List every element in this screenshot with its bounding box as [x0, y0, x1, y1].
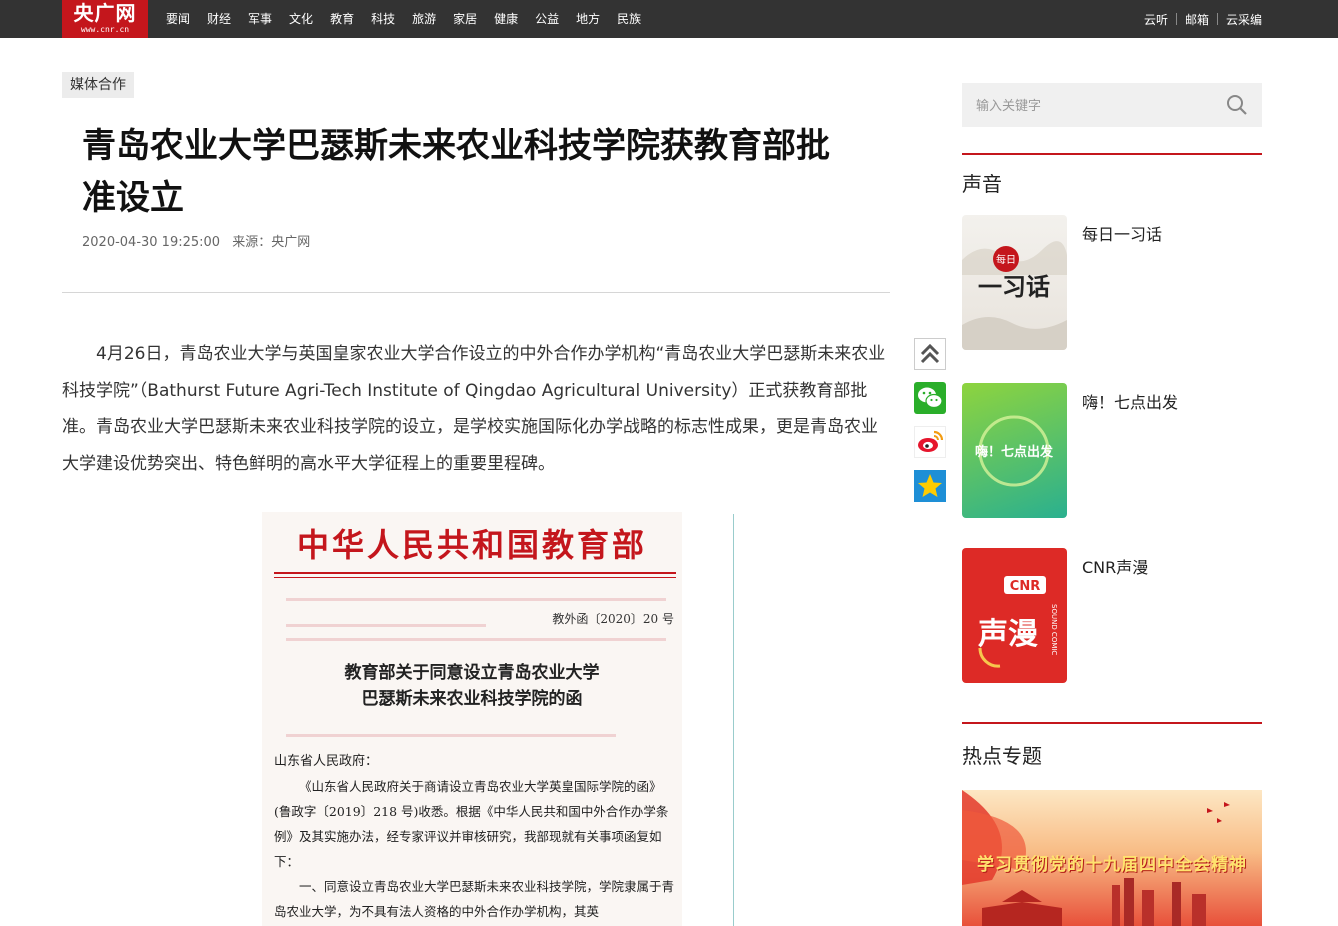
daily-quote-artwork-icon: 每日 一习话: [962, 241, 1067, 350]
divider: [1175, 13, 1177, 25]
thumb-main-text: 嗨！七点出发: [975, 444, 1054, 460]
article-meta: 2020-04-30 19:25:00 来源：央广网: [82, 231, 318, 250]
section-title-voice: 声音: [962, 172, 1002, 196]
thumb-main-text: 声漫: [978, 617, 1038, 652]
article-title: 青岛农业大学巴瑟斯未来农业科技学院获教育部批准设立: [82, 126, 830, 218]
main-nav: 要闻 财经 军事 文化 教育 科技 旅游 家居 健康 公益 地方 民族: [166, 0, 658, 38]
share-wechat-button[interactable]: [914, 382, 946, 414]
bleed-through-text: [286, 598, 666, 601]
thumb-top-text: CNR: [1010, 579, 1040, 594]
category-tag[interactable]: 媒体合作: [62, 72, 134, 98]
thumb-seven-oclock[interactable]: 嗨！七点出发: [962, 383, 1067, 518]
nav-item-local[interactable]: 地方: [576, 0, 600, 38]
wechat-icon: [918, 387, 943, 409]
banner-text: 学习贯彻党的十九届四中全会精神: [977, 855, 1247, 875]
nav-item-culture[interactable]: 文化: [289, 0, 313, 38]
document-title-line: 巴瑟斯未来农业科技学院的函: [361, 689, 583, 709]
search-box: [962, 83, 1262, 129]
ministry-document-image: 中华人民共和国教育部 教外函〔2020〕20 号 教育部关于同意设立青岛农业大学…: [262, 512, 682, 926]
thumb-daily-quote[interactable]: 每日 一习话: [962, 215, 1067, 350]
article-source: 来源：央广网: [232, 235, 311, 250]
header-divider: [62, 292, 890, 293]
document-number: 教外函〔2020〕20 号: [552, 612, 674, 626]
document-red-rule: [274, 577, 676, 578]
back-to-top-button[interactable]: [914, 338, 946, 370]
nav-item-travel[interactable]: 旅游: [412, 0, 436, 38]
section-title-hot-topics: 热点专题: [962, 744, 1042, 768]
nav-item-health[interactable]: 健康: [494, 0, 518, 38]
nav-item-tech[interactable]: 科技: [371, 0, 395, 38]
nav-item-finance[interactable]: 财经: [207, 0, 231, 38]
logo-text: 央广网: [73, 1, 137, 25]
share-weibo-button[interactable]: [914, 426, 946, 458]
publish-date: 2020-04-30 19:25:00: [82, 235, 221, 250]
document-red-rule: [274, 572, 676, 574]
cnr-sound-comic-artwork-icon: CNR 声漫 SOUND COMIC: [978, 576, 1058, 668]
qzone-star-icon: [918, 474, 942, 497]
voice-item-label[interactable]: 嗨！七点出发: [1082, 389, 1178, 413]
thumb-main-text: 一习话: [978, 272, 1050, 301]
share-qzone-button[interactable]: [914, 470, 946, 502]
document-ministry-header: 中华人民共和国教育部: [296, 526, 647, 564]
nav-item-military[interactable]: 军事: [248, 0, 272, 38]
voice-item-label[interactable]: 每日一习话: [1082, 221, 1162, 245]
nav-item-education[interactable]: 教育: [330, 0, 354, 38]
thumb-top-text: 每日: [996, 253, 1016, 266]
voice-item-label[interactable]: CNR声漫: [1082, 554, 1148, 578]
nav-item-news[interactable]: 要闻: [166, 0, 190, 38]
link-mail[interactable]: 邮箱: [1185, 11, 1209, 28]
weibo-icon: [918, 430, 944, 452]
nav-item-ethnic[interactable]: 民族: [617, 0, 641, 38]
top-navigation-bar: 央广网 www.cnr.cn 要闻 财经 军事 文化 教育 科技 旅游 家居 健…: [0, 0, 1338, 38]
search-icon[interactable]: [1226, 94, 1248, 116]
section-red-rule: [962, 722, 1262, 724]
thumb-side-text: SOUND COMIC: [1050, 604, 1058, 655]
section-red-rule: [962, 153, 1262, 155]
divider: [1216, 13, 1218, 25]
thumb-cnr-sound-comic[interactable]: CNR 声漫 SOUND COMIC: [962, 548, 1067, 683]
article-paragraph: 4月26日，青岛农业大学与英国皇家农业大学合作设立的中外合作办学机构“青岛农业大…: [62, 344, 886, 474]
bleed-through-text: [286, 734, 616, 737]
nav-item-home[interactable]: 家居: [453, 0, 477, 38]
seven-oclock-artwork-icon: 嗨！七点出发: [975, 415, 1054, 487]
logo-url: www.cnr.cn: [80, 25, 130, 34]
image-edge-line: [733, 514, 734, 926]
search-input[interactable]: [974, 83, 1208, 129]
bleed-through-text: [286, 638, 666, 641]
document-title-line: 教育部关于同意设立青岛农业大学: [344, 663, 600, 683]
document-addressee: 山东省人民政府：: [274, 754, 379, 769]
link-yuncaibian[interactable]: 云采编: [1226, 11, 1262, 28]
document-body: 一、同意设立青岛农业大学巴瑟斯未来农业科技学院，学院隶属于青岛农业大学，为不具有…: [274, 879, 675, 919]
document-title: 教育部关于同意设立青岛农业大学 巴瑟斯未来农业科技学院的函: [262, 660, 682, 712]
cnr-logo[interactable]: 央广网 www.cnr.cn: [62, 0, 148, 38]
document-body: 《山东省人民政府关于商请设立青岛农业大学英皇国际学院的函》(鲁政字〔2019〕2…: [274, 779, 669, 869]
nav-item-charity[interactable]: 公益: [535, 0, 559, 38]
top-right-links: 云听 邮箱 云采编: [1144, 0, 1262, 38]
hot-topic-banner[interactable]: 学习贯彻党的十九届四中全会精神: [962, 790, 1262, 926]
double-chevron-up-icon: [920, 343, 940, 364]
link-yunting[interactable]: 云听: [1144, 11, 1168, 28]
bleed-through-text: [286, 624, 486, 627]
